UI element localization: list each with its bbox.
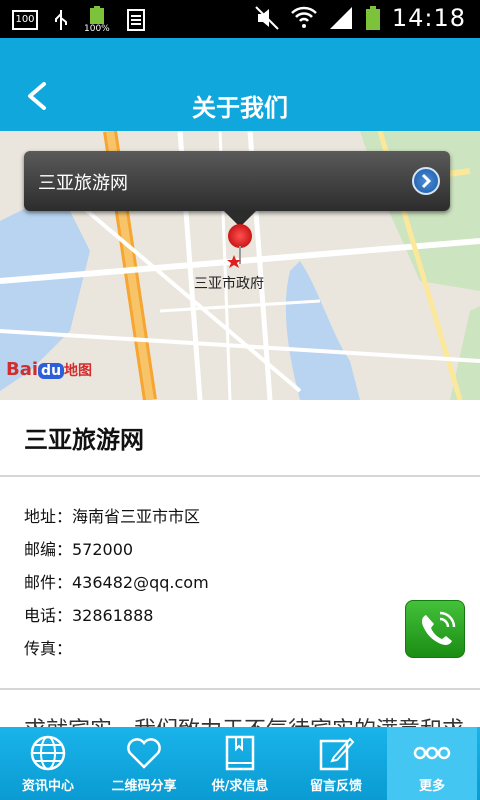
callout-go-icon[interactable] xyxy=(412,167,440,195)
poi-label: 三亚市政府 xyxy=(194,276,264,292)
wifi-icon xyxy=(290,6,317,28)
map-view[interactable]: 三亚旅游网 三亚市政府 Bai du 地图 xyxy=(0,131,480,400)
edit-icon xyxy=(319,737,355,771)
tab-more[interactable]: 更多 xyxy=(387,727,477,800)
email-row[interactable]: 邮件：436482@qq.com xyxy=(24,569,209,602)
company-name: 三亚旅游网 xyxy=(24,426,144,454)
battery-status-icon: 100% xyxy=(84,6,112,34)
tab-qr-share[interactable]: 二维码分享 xyxy=(96,727,192,800)
callout-title: 三亚旅游网 xyxy=(38,173,128,194)
tab-label: 资讯中心 xyxy=(21,779,74,794)
postcode-row: 邮编：572000 xyxy=(24,540,134,559)
bottom-tab-bar: 资讯中心 二维码分享 供/求信息 留言反馈 更多 xyxy=(0,727,480,800)
usb-icon xyxy=(55,10,67,30)
battery-percent: 100% xyxy=(84,24,110,34)
storage-indicator: 100 xyxy=(12,10,38,30)
call-button[interactable] xyxy=(405,600,465,658)
tab-label: 二维码分享 xyxy=(111,779,177,794)
globe-icon xyxy=(30,735,66,771)
phone-row: 电话：32861888 xyxy=(24,606,154,625)
mute-icon xyxy=(255,6,279,30)
signal-icon xyxy=(329,7,352,29)
star-marker-icon xyxy=(227,255,241,268)
document-icon xyxy=(127,9,145,31)
map-callout[interactable]: 三亚旅游网 xyxy=(24,151,450,227)
battery-icon xyxy=(365,6,380,30)
map-pin-icon[interactable] xyxy=(228,224,252,248)
divider xyxy=(0,688,480,690)
contact-info: 地址：海南省三亚市市区 邮编：572000 邮件：436482@qq.com 电… xyxy=(24,503,209,668)
tab-news-center[interactable]: 资讯中心 xyxy=(0,727,96,800)
address-row: 地址：海南省三亚市市区 xyxy=(24,507,201,526)
baidu-logo: Bai du 地图 xyxy=(6,359,93,380)
status-bar: 100 100% 14:18 xyxy=(0,0,480,38)
book-icon xyxy=(225,735,255,771)
phone-icon xyxy=(422,611,456,645)
page-title: 关于我们 xyxy=(192,94,288,122)
tab-label: 留言反馈 xyxy=(309,779,362,794)
tab-label: 更多 xyxy=(418,779,445,794)
clock: 14:18 xyxy=(391,4,466,32)
tab-supply-demand[interactable]: 供/求信息 xyxy=(192,727,288,800)
more-icon xyxy=(413,746,451,760)
tab-feedback[interactable]: 留言反馈 xyxy=(288,727,384,800)
heart-icon xyxy=(127,738,161,769)
divider xyxy=(0,475,480,477)
fax-row: 传真： xyxy=(24,639,73,658)
app-bar: 关于我们 xyxy=(0,38,480,131)
tab-label: 供/求信息 xyxy=(211,779,269,794)
